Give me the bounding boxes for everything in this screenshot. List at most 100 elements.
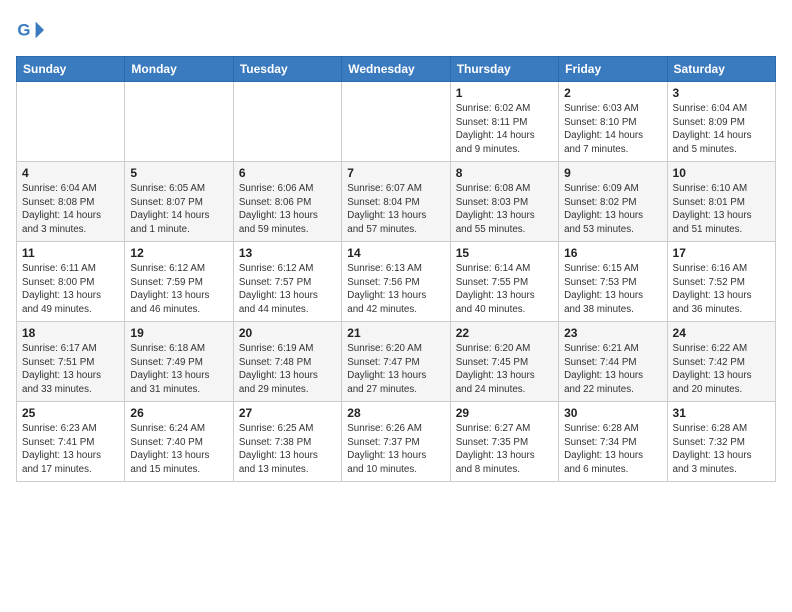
calendar-cell: 3 Sunrise: 6:04 AM Sunset: 8:09 PM Daylig… (667, 82, 775, 162)
day-number: 24 (673, 326, 770, 340)
svg-text:G: G (17, 21, 30, 40)
calendar-cell: 23Sunrise: 6:21 AM Sunset: 7:44 PM Dayli… (559, 322, 667, 402)
day-info: Sunrise: 6:17 AM Sunset: 7:51 PM Dayligh… (22, 342, 119, 397)
calendar-cell: 17 Sunrise: 6:16 AM Sunset: 7:52 PM Dayli… (667, 242, 775, 322)
calendar-cell: 20 Sunrise: 6:19 AM Sunset: 7:48 PM Dayli… (233, 322, 341, 402)
calendar-cell (17, 82, 125, 162)
logo: G (16, 16, 48, 44)
calendar-cell: 22Sunrise: 6:20 AM Sunset: 7:45 PM Dayli… (450, 322, 558, 402)
day-number: 5 (130, 166, 227, 180)
day-number: 7 (347, 166, 444, 180)
day-number: 15 (456, 246, 553, 260)
day-number: 31 (673, 406, 770, 420)
day-number: 28 (347, 406, 444, 420)
calendar-cell: 13Sunrise: 6:12 AM Sunset: 7:57 PM Dayli… (233, 242, 341, 322)
calendar-cell: 25 Sunrise: 6:23 AM Sunset: 7:41 PM Dayli… (17, 402, 125, 482)
calendar-cell: 24 Sunrise: 6:22 AM Sunset: 7:42 PM Dayli… (667, 322, 775, 402)
day-number: 8 (456, 166, 553, 180)
day-number: 13 (239, 246, 336, 260)
calendar-cell: 15 Sunrise: 6:14 AM Sunset: 7:55 PM Dayli… (450, 242, 558, 322)
calendar-cell: 11 Sunrise: 6:11 AM Sunset: 8:00 PM Dayli… (17, 242, 125, 322)
calendar-cell: 5 Sunrise: 6:05 AM Sunset: 8:07 PM Daylig… (125, 162, 233, 242)
day-header-monday: Monday (125, 57, 233, 82)
week-row-3: 11 Sunrise: 6:11 AM Sunset: 8:00 PM Dayli… (17, 242, 776, 322)
calendar-cell (342, 82, 450, 162)
day-info: Sunrise: 6:16 AM Sunset: 7:52 PM Dayligh… (673, 262, 770, 317)
day-number: 27 (239, 406, 336, 420)
calendar-cell: 10 Sunrise: 6:10 AM Sunset: 8:01 PM Dayli… (667, 162, 775, 242)
day-number: 17 (673, 246, 770, 260)
day-info: Sunrise: 6:22 AM Sunset: 7:42 PM Dayligh… (673, 342, 770, 397)
calendar-cell: 6 Sunrise: 6:06 AM Sunset: 8:06 PM Daylig… (233, 162, 341, 242)
day-info: Sunrise: 6:05 AM Sunset: 8:07 PM Dayligh… (130, 182, 227, 237)
day-number: 9 (564, 166, 661, 180)
day-number: 19 (130, 326, 227, 340)
day-info: Sunrise: 6:25 AM Sunset: 7:38 PM Dayligh… (239, 422, 336, 477)
day-info: Sunrise: 6:14 AM Sunset: 7:55 PM Dayligh… (456, 262, 553, 317)
calendar-table: SundayMondayTuesdayWednesdayThursdayFrid… (16, 56, 776, 482)
week-row-2: 4Sunrise: 6:04 AM Sunset: 8:08 PM Daylig… (17, 162, 776, 242)
day-number: 4 (22, 166, 119, 180)
calendar-cell: 28 Sunrise: 6:26 AM Sunset: 7:37 PM Dayli… (342, 402, 450, 482)
page-header: G (16, 16, 776, 44)
day-number: 10 (673, 166, 770, 180)
day-number: 6 (239, 166, 336, 180)
calendar-cell: 1Sunrise: 6:02 AM Sunset: 8:11 PM Daylig… (450, 82, 558, 162)
day-number: 26 (130, 406, 227, 420)
day-info: Sunrise: 6:13 AM Sunset: 7:56 PM Dayligh… (347, 262, 444, 317)
day-header-tuesday: Tuesday (233, 57, 341, 82)
day-info: Sunrise: 6:10 AM Sunset: 8:01 PM Dayligh… (673, 182, 770, 237)
day-info: Sunrise: 6:21 AM Sunset: 7:44 PM Dayligh… (564, 342, 661, 397)
calendar-cell: 30 Sunrise: 6:28 AM Sunset: 7:34 PM Dayli… (559, 402, 667, 482)
day-info: Sunrise: 6:03 AM Sunset: 8:10 PM Dayligh… (564, 102, 661, 157)
calendar-cell: 16Sunrise: 6:15 AM Sunset: 7:53 PM Dayli… (559, 242, 667, 322)
day-info: Sunrise: 6:26 AM Sunset: 7:37 PM Dayligh… (347, 422, 444, 477)
day-info: Sunrise: 6:02 AM Sunset: 8:11 PM Dayligh… (456, 102, 553, 157)
day-number: 18 (22, 326, 119, 340)
day-number: 14 (347, 246, 444, 260)
calendar-cell (125, 82, 233, 162)
day-info: Sunrise: 6:27 AM Sunset: 7:35 PM Dayligh… (456, 422, 553, 477)
day-number: 2 (564, 86, 661, 100)
day-info: Sunrise: 6:04 AM Sunset: 8:09 PM Dayligh… (673, 102, 770, 157)
day-info: Sunrise: 6:19 AM Sunset: 7:48 PM Dayligh… (239, 342, 336, 397)
day-number: 12 (130, 246, 227, 260)
calendar-cell: 27 Sunrise: 6:25 AM Sunset: 7:38 PM Dayli… (233, 402, 341, 482)
day-info: Sunrise: 6:06 AM Sunset: 8:06 PM Dayligh… (239, 182, 336, 237)
calendar-cell: 12 Sunrise: 6:12 AM Sunset: 7:59 PM Dayli… (125, 242, 233, 322)
day-number: 3 (673, 86, 770, 100)
day-header-wednesday: Wednesday (342, 57, 450, 82)
calendar-cell: 19 Sunrise: 6:18 AM Sunset: 7:49 PM Dayli… (125, 322, 233, 402)
calendar-cell (233, 82, 341, 162)
day-info: Sunrise: 6:11 AM Sunset: 8:00 PM Dayligh… (22, 262, 119, 317)
calendar-cell: 31 Sunrise: 6:28 AM Sunset: 7:32 PM Dayli… (667, 402, 775, 482)
day-info: Sunrise: 6:28 AM Sunset: 7:34 PM Dayligh… (564, 422, 661, 477)
day-info: Sunrise: 6:18 AM Sunset: 7:49 PM Dayligh… (130, 342, 227, 397)
calendar-cell: 4Sunrise: 6:04 AM Sunset: 8:08 PM Daylig… (17, 162, 125, 242)
day-header-friday: Friday (559, 57, 667, 82)
day-info: Sunrise: 6:28 AM Sunset: 7:32 PM Dayligh… (673, 422, 770, 477)
logo-icon: G (16, 16, 44, 44)
day-info: Sunrise: 6:23 AM Sunset: 7:41 PM Dayligh… (22, 422, 119, 477)
calendar-cell: 21 Sunrise: 6:20 AM Sunset: 7:47 PM Dayli… (342, 322, 450, 402)
week-row-5: 25 Sunrise: 6:23 AM Sunset: 7:41 PM Dayli… (17, 402, 776, 482)
day-number: 21 (347, 326, 444, 340)
week-row-4: 18 Sunrise: 6:17 AM Sunset: 7:51 PM Dayli… (17, 322, 776, 402)
day-info: Sunrise: 6:24 AM Sunset: 7:40 PM Dayligh… (130, 422, 227, 477)
day-info: Sunrise: 6:07 AM Sunset: 8:04 PM Dayligh… (347, 182, 444, 237)
day-number: 16 (564, 246, 661, 260)
day-header-saturday: Saturday (667, 57, 775, 82)
day-info: Sunrise: 6:20 AM Sunset: 7:45 PM Dayligh… (456, 342, 553, 397)
day-info: Sunrise: 6:12 AM Sunset: 7:59 PM Dayligh… (130, 262, 227, 317)
day-number: 25 (22, 406, 119, 420)
header-row: SundayMondayTuesdayWednesdayThursdayFrid… (17, 57, 776, 82)
day-info: Sunrise: 6:20 AM Sunset: 7:47 PM Dayligh… (347, 342, 444, 397)
day-number: 30 (564, 406, 661, 420)
calendar-cell: 2 Sunrise: 6:03 AM Sunset: 8:10 PM Daylig… (559, 82, 667, 162)
day-number: 20 (239, 326, 336, 340)
day-number: 11 (22, 246, 119, 260)
day-number: 29 (456, 406, 553, 420)
calendar-cell: 9Sunrise: 6:09 AM Sunset: 8:02 PM Daylig… (559, 162, 667, 242)
calendar-cell: 14 Sunrise: 6:13 AM Sunset: 7:56 PM Dayli… (342, 242, 450, 322)
calendar-cell: 26 Sunrise: 6:24 AM Sunset: 7:40 PM Dayli… (125, 402, 233, 482)
